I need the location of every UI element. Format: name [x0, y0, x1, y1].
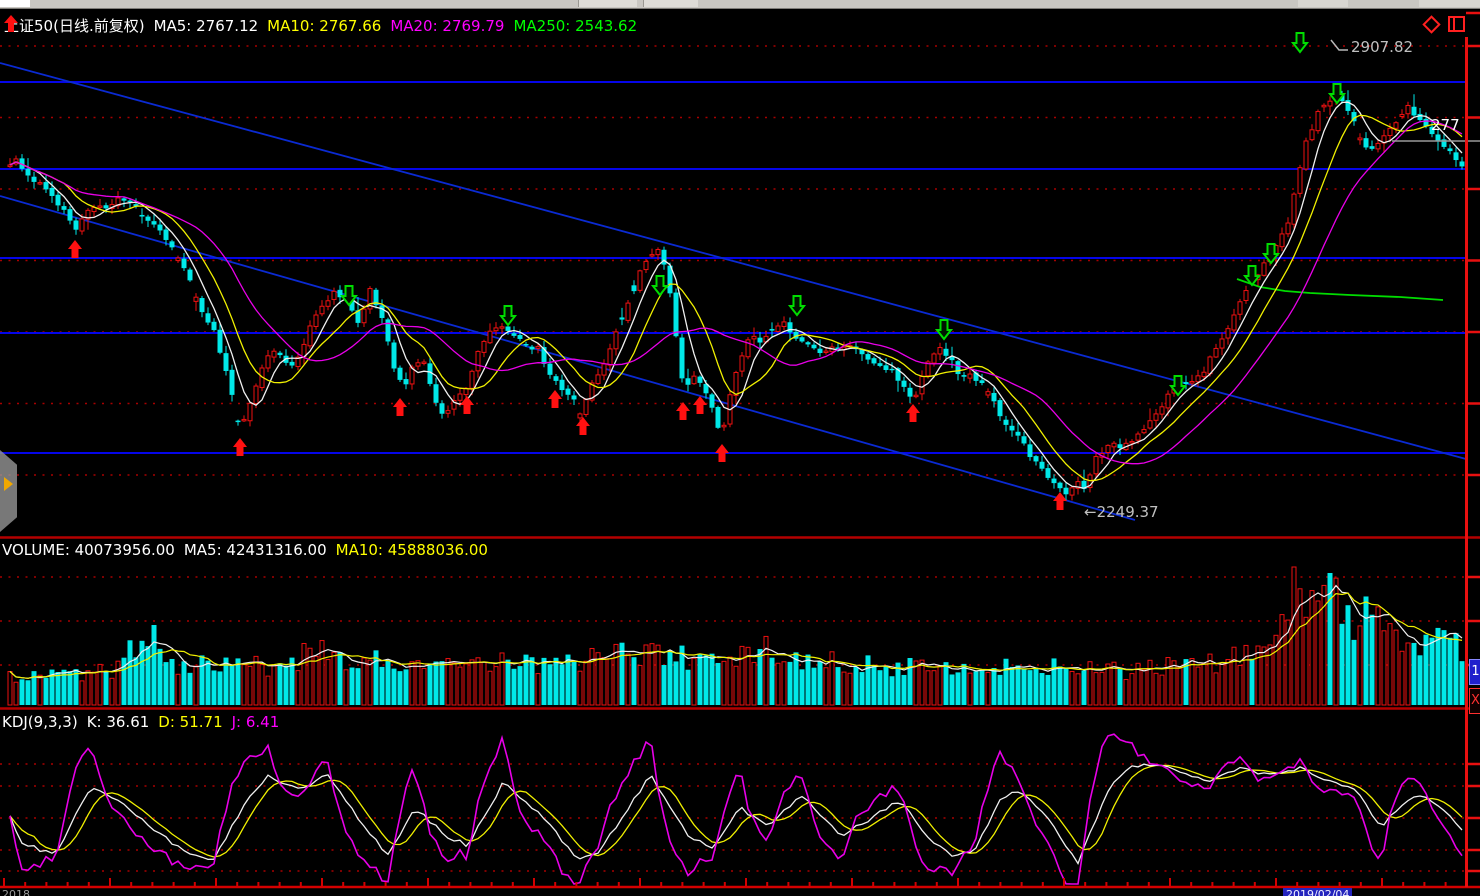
volume-ma10-readout: MA10: 45888036.00	[336, 541, 488, 559]
split-window-icon-divider	[1453, 18, 1455, 30]
ma250-readout: MA250: 2543.62	[513, 17, 637, 35]
ma10-readout: MA10: 2767.66	[267, 17, 381, 35]
ma20-readout: MA20: 2769.79	[390, 17, 504, 35]
price-pane-header: 上证50(日线.前复权) MA5: 2767.12 MA10: 2767.66 …	[4, 15, 637, 36]
kdj-pane-header: KDJ(9,3,3) K: 36.61 D: 51.71 J: 6.41	[2, 713, 279, 731]
axis-date-highlight[interactable]: 2019/02/04	[1283, 888, 1352, 896]
kdj-k-readout: K: 36.61	[87, 713, 150, 731]
volume-ma5-readout: MA5: 42431316.00	[184, 541, 327, 559]
pane-maximize-button[interactable]: 1	[1469, 659, 1480, 685]
up-arrow-icon	[4, 15, 18, 32]
kdj-name: KDJ(9,3,3)	[2, 713, 78, 731]
expand-arrow-icon	[4, 477, 13, 491]
ma5-readout: MA5: 2767.12	[154, 17, 259, 35]
kdj-d-readout: D: 51.71	[158, 713, 222, 731]
trough-price-label: ←2249.37	[1084, 503, 1159, 521]
volume-readout: VOLUME: 40073956.00	[2, 541, 175, 559]
trading-app-window: 上证50(日线.前复权) MA5: 2767.12 MA10: 2767.66 …	[0, 0, 1480, 896]
peak-price-label: 2907.82	[1351, 38, 1413, 56]
chart-canvas[interactable]	[0, 0, 1480, 896]
pane-close-button[interactable]: X	[1469, 688, 1480, 714]
instrument-title: 上证50(日线.前复权)	[4, 15, 145, 36]
split-window-icon[interactable]	[1448, 16, 1465, 32]
volume-pane-header: VOLUME: 40073956.00 MA5: 42431316.00 MA1…	[2, 541, 488, 559]
latest-price-edge-label: 277	[1431, 116, 1466, 134]
kdj-j-readout: J: 6.41	[232, 713, 280, 731]
axis-date-left: 2018	[2, 888, 30, 896]
